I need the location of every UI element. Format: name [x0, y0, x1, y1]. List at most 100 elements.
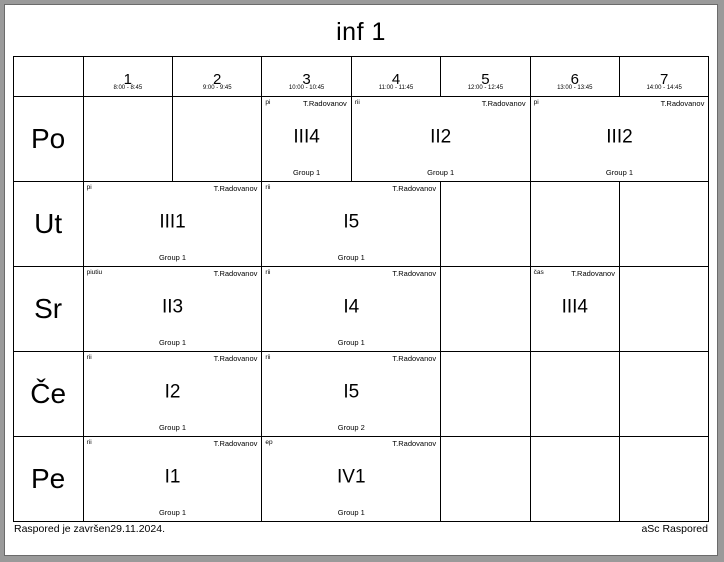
period-header-6: 6 13:00 - 13:45 [529, 56, 620, 97]
slot-ut-1-2[interactable]: pi T.Radovanov III1 Group 1 [82, 181, 263, 267]
slot-ce-7[interactable] [618, 351, 710, 437]
lesson-card[interactable]: ep T.Radovanov IV1 Group 1 [262, 437, 440, 521]
footer-completion-text: Raspored je završen29.11.2024. [14, 523, 165, 535]
lesson-subject: čas [533, 269, 544, 276]
period-time: 11:00 - 11:45 [378, 85, 414, 91]
lesson-card[interactable]: pi T.Radovanov III1 Group 1 [84, 182, 262, 266]
slot-ce-6[interactable] [529, 351, 620, 437]
period-header-5: 5 12:00 - 12:45 [440, 56, 531, 97]
slot-pe-5[interactable] [440, 436, 531, 522]
lesson-class: II3 [161, 296, 184, 318]
period-time: 9:00 - 9:45 [202, 85, 232, 91]
slot-pe-3-4[interactable]: ep T.Radovanov IV1 Group 1 [261, 436, 442, 522]
slot-po-1[interactable] [82, 96, 174, 182]
slot-sr-5[interactable] [440, 266, 531, 352]
slot-ut-6[interactable] [529, 181, 620, 267]
slot-pe-6[interactable] [529, 436, 620, 522]
lesson-class: I4 [343, 296, 360, 318]
lesson-teacher: T.Radovanov [303, 99, 347, 108]
lesson-card[interactable]: čas T.Radovanov III4 [531, 267, 619, 351]
lesson-card[interactable]: rii T.Radovanov II2 Group 1 [352, 97, 530, 181]
lesson-card[interactable]: rii T.Radovanov I1 Group 1 [84, 437, 262, 521]
lesson-class: I2 [164, 381, 181, 403]
period-header-1: 1 8:00 - 8:45 [82, 56, 174, 97]
day-label-sr: Sr [12, 266, 84, 352]
slot-ut-5[interactable] [440, 181, 531, 267]
lesson-card[interactable]: pi T.Radovanov III4 Group 1 [262, 97, 350, 181]
lesson-class: III2 [606, 126, 633, 148]
slot-pe-1-2[interactable]: rii T.Radovanov I1 Group 1 [82, 436, 263, 522]
lesson-subject: rii [86, 439, 92, 446]
period-header-2: 2 9:00 - 9:45 [172, 56, 263, 97]
slot-ce-1-2[interactable]: rii T.Radovanov I2 Group 1 [82, 351, 263, 437]
lesson-subject: ep [265, 439, 273, 446]
slot-sr-1-2[interactable]: piutiu T.Radovanov II3 Group 1 [82, 266, 263, 352]
lesson-class: I1 [164, 466, 181, 488]
lesson-group: Group 1 [158, 338, 187, 347]
slot-ut-7[interactable] [618, 181, 710, 267]
lesson-class: I5 [343, 211, 360, 233]
lesson-class: IV1 [337, 466, 366, 488]
lesson-subject: rii [354, 99, 360, 106]
lesson-card[interactable]: rii T.Radovanov I4 Group 1 [262, 267, 440, 351]
slot-po-6-7[interactable]: pi T.Radovanov III2 Group 1 [529, 96, 710, 182]
slot-ce-5[interactable] [440, 351, 531, 437]
lesson-class: III4 [293, 126, 320, 148]
lesson-teacher: T.Radovanov [392, 439, 437, 448]
lesson-subject: pi [533, 99, 539, 106]
lesson-group: Group 1 [337, 508, 365, 517]
page-title: inf 1 [336, 18, 386, 46]
lesson-subject: rii [86, 354, 92, 361]
lesson-card[interactable]: piutiu T.Radovanov II3 Group 1 [84, 267, 262, 351]
lesson-group: Group 2 [337, 423, 365, 432]
day-label-ce: Če [12, 351, 84, 437]
slot-sr-6[interactable]: čas T.Radovanov III4 [529, 266, 620, 352]
period-header-7: 7 14:00 - 14:45 [618, 56, 710, 97]
lesson-subject: piutiu [86, 269, 103, 276]
lesson-teacher: T.Radovanov [481, 99, 526, 108]
lesson-teacher: T.Radovanov [392, 354, 437, 363]
lesson-subject: pi [86, 184, 92, 191]
day-label-po: Po [12, 96, 84, 182]
slot-ce-3-4[interactable]: rii T.Radovanov I5 Group 2 [261, 351, 442, 437]
lesson-card[interactable]: pi T.Radovanov III2 Group 1 [531, 97, 709, 181]
timetable-header-row: 1 8:00 - 8:45 2 9:00 - 9:45 3 10:00 - 10… [12, 56, 710, 97]
slot-ut-3-4[interactable]: rii T.Radovanov I5 Group 1 [261, 181, 442, 267]
lesson-card[interactable]: rii T.Radovanov I5 Group 2 [262, 352, 440, 436]
lesson-card[interactable]: rii T.Radovanov I5 Group 1 [262, 182, 440, 266]
lesson-class: II2 [430, 126, 452, 148]
timetable-row-pe: Pe rii T.Radovanov I1 Group 1 ep T.Radov… [12, 436, 710, 522]
lesson-group: Group 1 [337, 253, 365, 262]
lesson-subject: rii [265, 184, 271, 191]
lesson-class: I5 [343, 381, 360, 403]
lesson-group: Group 1 [337, 338, 365, 347]
slot-sr-3-4[interactable]: rii T.Radovanov I4 Group 1 [261, 266, 442, 352]
timetable-row-ut: Ut pi T.Radovanov III1 Group 1 rii T.Rad… [12, 181, 710, 267]
lesson-class: III4 [561, 296, 588, 318]
slot-po-4-5[interactable]: rii T.Radovanov II2 Group 1 [350, 96, 531, 182]
slot-sr-7[interactable] [618, 266, 710, 352]
slot-po-3[interactable]: pi T.Radovanov III4 Group 1 [261, 96, 352, 182]
lesson-group: Group 1 [427, 168, 455, 177]
lesson-class: III1 [159, 211, 186, 233]
lesson-teacher: T.Radovanov [213, 184, 258, 193]
lesson-teacher: T.Radovanov [392, 269, 437, 278]
lesson-group: Group 1 [158, 423, 187, 432]
lesson-teacher: T.Radovanov [660, 99, 705, 108]
period-header-3: 3 10:00 - 10:45 [261, 56, 352, 97]
period-time: 13:00 - 13:45 [557, 85, 593, 91]
period-time: 10:00 - 10:45 [288, 85, 325, 91]
footer: Raspored je završen29.11.2024. aSc Raspo… [14, 523, 708, 537]
timetable-row-po: Po pi T.Radovanov III4 Group 1 rii T.Rad… [12, 96, 710, 182]
lesson-card[interactable]: rii T.Radovanov I2 Group 1 [84, 352, 262, 436]
lesson-teacher: T.Radovanov [571, 269, 615, 278]
slot-pe-7[interactable] [618, 436, 710, 522]
timetable-row-ce: Če rii T.Radovanov I2 Group 1 rii T.Rado… [12, 351, 710, 437]
day-label-ut: Ut [12, 181, 84, 267]
day-label-pe: Pe [12, 436, 84, 522]
footer-brand: aSc Raspored [641, 523, 708, 535]
header-corner [12, 56, 84, 97]
lesson-teacher: T.Radovanov [213, 269, 258, 278]
lesson-teacher: T.Radovanov [392, 184, 437, 193]
slot-po-2[interactable] [172, 96, 263, 182]
